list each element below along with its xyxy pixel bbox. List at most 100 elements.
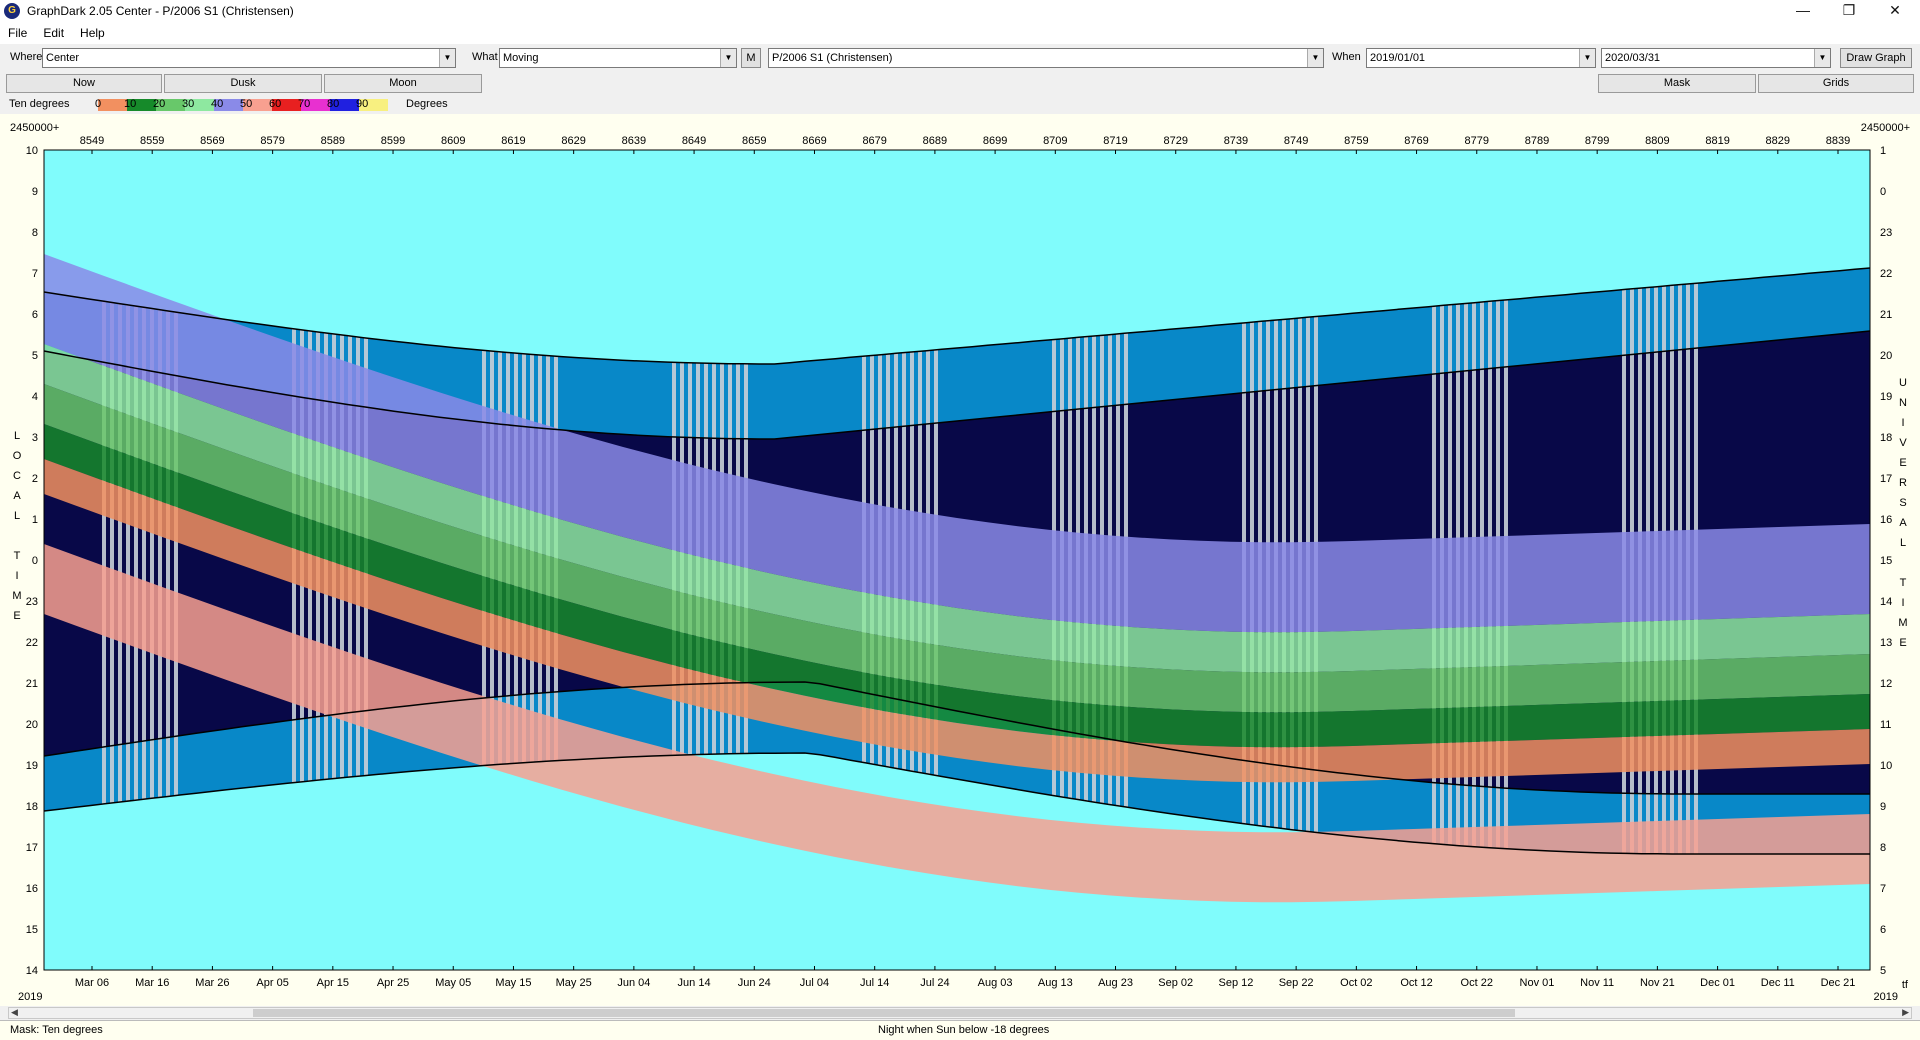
maximize-button[interactable]: ❐ xyxy=(1826,0,1872,22)
minimize-button[interactable]: — xyxy=(1780,0,1826,22)
tab-mask[interactable]: Mask xyxy=(1598,74,1756,93)
tab-now[interactable]: Now xyxy=(6,74,162,93)
draw-graph-button[interactable]: Draw Graph xyxy=(1840,48,1912,68)
menu-edit[interactable]: Edit xyxy=(35,26,72,40)
date-tick-label: May 05 xyxy=(435,977,471,989)
date-tick-label: May 15 xyxy=(495,977,531,989)
tab-grids[interactable]: Grids xyxy=(1758,74,1914,93)
ut-tick-label: 12 xyxy=(1880,678,1892,690)
year-label-right: 2019 xyxy=(1874,991,1898,1003)
local-time-tick-label: 5 xyxy=(32,350,38,362)
object-select[interactable]: P/2006 S1 (Christensen) ▼ xyxy=(768,48,1324,68)
ut-axis-title: V xyxy=(1899,437,1907,449)
jd-tick-label: 8779 xyxy=(1465,135,1489,147)
date-tick-label: Aug 03 xyxy=(978,977,1013,989)
date-tick-label: Sep 12 xyxy=(1218,977,1253,989)
ut-axis-title: T xyxy=(1900,577,1907,589)
end-date-select[interactable]: 2020/03/31 ▼ xyxy=(1601,48,1831,68)
date-tick-label: Sep 22 xyxy=(1279,977,1314,989)
local-time-tick-label: 1 xyxy=(32,514,38,526)
chevron-down-icon[interactable]: ▼ xyxy=(1579,49,1595,67)
ut-axis-title: U xyxy=(1899,377,1907,389)
local-time-tick-label: 16 xyxy=(26,883,38,895)
menu-file[interactable]: File xyxy=(0,26,35,40)
local-time-tick-label: 21 xyxy=(26,678,38,690)
jd-tick-label: 8639 xyxy=(622,135,646,147)
menu-bar: File Edit Help xyxy=(0,22,1920,44)
ut-axis-title: L xyxy=(1900,537,1906,549)
jd-tick-label: 8739 xyxy=(1224,135,1248,147)
window-title: GraphDark 2.05 Center - P/2006 S1 (Chris… xyxy=(27,4,294,18)
scroll-thumb[interactable] xyxy=(253,1009,1515,1017)
date-tick-label: Mar 26 xyxy=(195,977,229,989)
ut-tick-label: 11 xyxy=(1880,719,1891,731)
ut-tick-label: 16 xyxy=(1880,514,1892,526)
jd-tick-label: 8559 xyxy=(140,135,164,147)
jd-tick-label: 8609 xyxy=(441,135,465,147)
ut-axis-title: A xyxy=(1899,517,1907,529)
jd-tick-label: 8599 xyxy=(381,135,405,147)
date-tick-label: Apr 15 xyxy=(317,977,349,989)
chevron-down-icon[interactable]: ▼ xyxy=(439,49,455,67)
jd-tick-label: 8669 xyxy=(802,135,826,147)
tab-moon[interactable]: Moon xyxy=(324,74,482,93)
scroll-left-icon[interactable]: ◀ xyxy=(11,1007,18,1018)
legend-unit: Degrees xyxy=(406,98,448,110)
jd-tick-label: 8819 xyxy=(1705,135,1729,147)
ut-tick-label: 9 xyxy=(1880,801,1886,813)
date-tick-label: Oct 12 xyxy=(1400,977,1432,989)
jd-tick-label: 8699 xyxy=(983,135,1007,147)
date-tick-label: Jul 14 xyxy=(860,977,889,989)
tab-dusk[interactable]: Dusk xyxy=(164,74,322,93)
date-tick-label: Jul 24 xyxy=(920,977,949,989)
date-tick-label: Dec 11 xyxy=(1761,977,1795,989)
jd-tick-label: 8809 xyxy=(1645,135,1669,147)
ut-axis-title: E xyxy=(1899,637,1906,649)
app-logo-icon: G xyxy=(4,3,20,19)
local-time-tick-label: 22 xyxy=(26,637,38,649)
what-select[interactable]: Moving ▼ xyxy=(499,48,737,68)
legend-label: Ten degrees xyxy=(9,98,70,110)
jd-tick-label: 8749 xyxy=(1284,135,1308,147)
local-time-axis-title: E xyxy=(13,610,20,622)
date-tick-label: Mar 06 xyxy=(75,977,109,989)
legend-tick: 0 xyxy=(95,98,102,110)
local-time-tick-label: 8 xyxy=(32,227,38,239)
local-time-axis-title: I xyxy=(15,570,18,582)
date-tick-label: Nov 21 xyxy=(1640,977,1675,989)
chevron-down-icon[interactable]: ▼ xyxy=(720,49,736,67)
local-time-tick-label: 6 xyxy=(32,309,38,321)
date-tick-label: Aug 23 xyxy=(1098,977,1133,989)
jd-tick-label: 8829 xyxy=(1766,135,1790,147)
scroll-right-icon[interactable]: ▶ xyxy=(1902,1007,1909,1018)
close-button[interactable]: ✕ xyxy=(1872,0,1918,22)
local-time-tick-label: 3 xyxy=(32,432,38,444)
local-time-tick-label: 17 xyxy=(26,842,38,854)
ut-tick-label: 1 xyxy=(1880,145,1886,157)
chevron-down-icon[interactable]: ▼ xyxy=(1307,49,1323,67)
ut-axis-title: R xyxy=(1899,477,1907,489)
where-label: Where xyxy=(10,51,43,63)
chevron-down-icon[interactable]: ▼ xyxy=(1814,49,1830,67)
jd-tick-label: 8839 xyxy=(1826,135,1850,147)
start-date-value: 2019/01/01 xyxy=(1370,52,1426,64)
date-tick-label: Jul 04 xyxy=(800,977,829,989)
jd-tick-label: 8759 xyxy=(1344,135,1368,147)
legend-tick: 10 xyxy=(124,98,137,110)
ut-tick-label: 6 xyxy=(1880,924,1886,936)
ut-tick-label: 15 xyxy=(1880,555,1892,567)
date-tick-label: Nov 01 xyxy=(1520,977,1555,989)
darkness-graph: 2450000+ 2450000+ 8549 8559 8569 8579 8589 8599… xyxy=(0,114,1920,1006)
start-date-select[interactable]: 2019/01/01 ▼ xyxy=(1366,48,1596,68)
m-button[interactable]: M xyxy=(741,48,761,68)
where-select[interactable]: Center ▼ xyxy=(42,48,456,68)
ut-tick-label: 19 xyxy=(1880,391,1892,403)
ut-axis-title: E xyxy=(1899,457,1906,469)
ut-tick-label: 14 xyxy=(1880,596,1892,608)
horizontal-scrollbar[interactable]: ◀ ▶ xyxy=(8,1007,1912,1019)
jd-tick-label: 8549 xyxy=(80,135,104,147)
jd-axis-label-right: 2450000+ xyxy=(1861,122,1910,134)
date-tick-label: Oct 22 xyxy=(1461,977,1493,989)
menu-help[interactable]: Help xyxy=(72,26,113,40)
ut-axis-title: N xyxy=(1899,397,1907,409)
